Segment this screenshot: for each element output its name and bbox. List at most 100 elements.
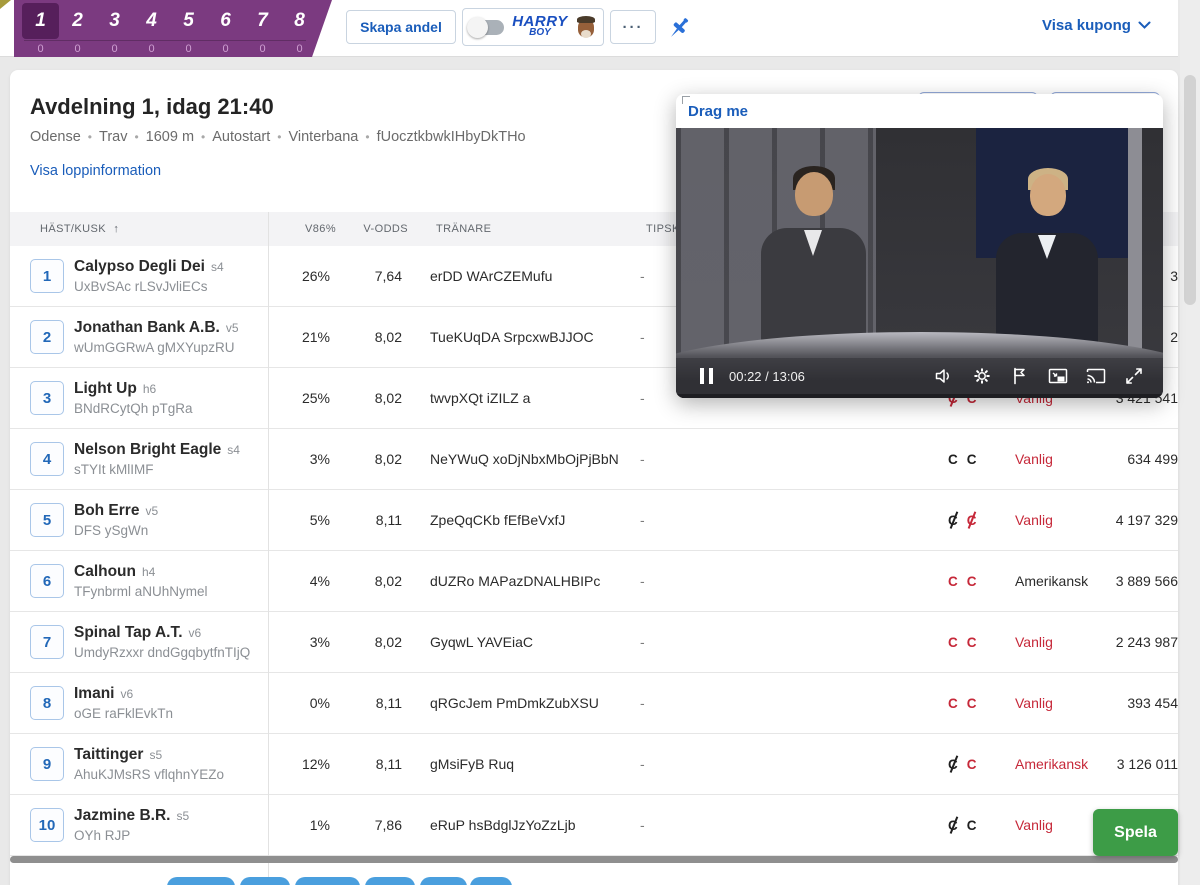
horse-number-badge[interactable]: 4 xyxy=(30,442,64,476)
race-tab-count-7: 0 xyxy=(259,43,266,55)
table-row[interactable]: 10 Jazmine B.R. s5 OYh RJP 1% 7,86 eRuP h… xyxy=(10,795,1178,856)
volume-icon[interactable] xyxy=(933,365,955,387)
table-row[interactable]: 6 Calhoun h4 TFynbrml aNUhNymel 4% 8,02 d… xyxy=(10,551,1178,612)
video-player-card[interactable]: Drag me 00:22 / 13:06 xyxy=(676,94,1163,398)
horse-number-badge[interactable]: 9 xyxy=(30,747,64,781)
race-info-link[interactable]: Visa loppinformation xyxy=(30,163,161,179)
race-tab-3[interactable]: 3 xyxy=(96,3,133,39)
quick-pick-button-1[interactable] xyxy=(167,877,235,885)
trainer-name: gMsiFyB Ruq xyxy=(430,756,515,772)
v86-percent: 5% xyxy=(309,512,330,528)
driver-name: TFynbrml aNUhNymel xyxy=(74,584,208,599)
v86-percent: 12% xyxy=(301,756,330,772)
shoe-info: CC xyxy=(940,635,988,650)
driver-name: wUmGGRwA gMXYupzRU xyxy=(74,340,235,355)
video-drag-handle[interactable]: Drag me xyxy=(676,94,1163,128)
bet-sum: 2 243 987 xyxy=(1115,634,1178,650)
tips-comment: - xyxy=(640,390,645,406)
race-tab-4[interactable]: 4 xyxy=(133,3,170,39)
cast-icon[interactable] xyxy=(1085,365,1107,387)
horse-age-sex: s5 xyxy=(149,748,163,762)
horse-age-sex: h4 xyxy=(142,565,156,579)
spela-button[interactable]: Spela xyxy=(1093,809,1178,856)
v-odds: 8,11 xyxy=(375,756,402,772)
race-tab-7[interactable]: 7 xyxy=(244,3,281,39)
race-tab-count-5: 0 xyxy=(185,43,192,55)
bet-sum: 634 499 xyxy=(1127,451,1178,467)
bet-sum: 3 889 566 xyxy=(1115,573,1178,589)
horse-name: Jonathan Bank A.B. xyxy=(74,319,220,336)
race-meta-item: 1609 m xyxy=(145,129,195,145)
race-tab-8[interactable]: 8 xyxy=(281,3,318,39)
tips-comment: - xyxy=(640,634,645,650)
flag-icon[interactable] xyxy=(1009,365,1031,387)
v86-percent: 3% xyxy=(309,634,330,650)
more-options-button[interactable]: ··· xyxy=(610,10,656,44)
table-row[interactable]: 8 Imani v6 oGE raFklEvkTn 0% 8,11 qRGcJem… xyxy=(10,673,1178,734)
visa-kupong-button[interactable]: Visa kupong xyxy=(1042,17,1151,34)
horse-number-badge[interactable]: 5 xyxy=(30,503,64,537)
shoe-info: CC xyxy=(940,818,988,833)
horse-number-badge[interactable]: 2 xyxy=(30,320,64,354)
horse-number-badge[interactable]: 3 xyxy=(30,381,64,415)
race-tab-5[interactable]: 5 xyxy=(170,3,207,39)
table-row[interactable]: 9 Taittinger s5 AhuKJMsRS vflqhnYEZo 12% … xyxy=(10,734,1178,795)
fullscreen-icon[interactable] xyxy=(1123,365,1145,387)
table-row[interactable]: 4 Nelson Bright Eagle s4 sTYIt kMlIMF 3% … xyxy=(10,429,1178,490)
video-screen[interactable]: 00:22 / 13:06 xyxy=(676,128,1163,398)
horse-name: Taittinger xyxy=(74,746,144,763)
v86-percent: 26% xyxy=(301,268,330,284)
trainer-name: qRGcJem PmDmkZubXSU xyxy=(430,695,599,711)
header-horse-kusk[interactable]: HÄST/KUSK ↑ xyxy=(10,223,268,235)
table-row[interactable]: 7 Spinal Tap A.T. v6 UmdyRzxxr dndGgqbytf… xyxy=(10,612,1178,673)
v-odds: 8,02 xyxy=(374,390,402,406)
table-row[interactable]: 5 Boh Erre v5 DFS ySgWn 5% 8,11 ZpeQqCKb … xyxy=(10,490,1178,551)
video-time: 00:22 / 13:06 xyxy=(729,368,805,384)
settings-icon[interactable] xyxy=(971,365,993,387)
harry-boy-button[interactable]: HARRY BOY xyxy=(462,8,604,46)
cart-type: Vanlig xyxy=(1015,695,1053,711)
chevron-down-icon xyxy=(1138,21,1151,29)
pin-icon[interactable] xyxy=(664,13,694,43)
header-v86[interactable]: V86% xyxy=(268,223,336,235)
quick-pick-button-6[interactable] xyxy=(470,877,512,885)
quick-pick-button-3[interactable] xyxy=(295,877,360,885)
cart-type: Vanlig xyxy=(1015,817,1053,833)
race-tab-6[interactable]: 6 xyxy=(207,3,244,39)
studio-pillar xyxy=(1128,128,1142,358)
v-odds: 7,86 xyxy=(374,817,402,833)
bet-sum: 3 126 011 xyxy=(1116,756,1178,772)
quick-pick-button-4[interactable] xyxy=(365,877,415,885)
driver-name: DFS ySgWn xyxy=(74,523,149,538)
horse-number-badge[interactable]: 7 xyxy=(30,625,64,659)
driver-name: BNdRCytQh pTgRa xyxy=(74,401,193,416)
horse-number-badge[interactable]: 10 xyxy=(30,808,64,842)
v86-percent: 1% xyxy=(309,817,330,833)
vertical-scrollbar-thumb[interactable] xyxy=(1184,75,1196,305)
header-tranare[interactable]: TRÄNARE xyxy=(408,223,636,235)
pip-icon[interactable] xyxy=(1047,365,1069,387)
harry-boy-toggle[interactable] xyxy=(467,16,505,38)
horse-number-badge[interactable]: 1 xyxy=(30,259,64,293)
quick-pick-button-2[interactable] xyxy=(240,877,290,885)
horizontal-scrollbar[interactable] xyxy=(10,856,1178,863)
pause-icon[interactable] xyxy=(700,368,713,384)
drag-me-label[interactable]: Drag me xyxy=(688,103,748,120)
toggle-knob[interactable] xyxy=(467,16,489,38)
shoe-back-icon: C xyxy=(966,512,977,528)
cart-type: Vanlig xyxy=(1015,451,1053,467)
tips-comment: - xyxy=(640,756,645,772)
driver-name: UxBvSAc rLSvJvliECs xyxy=(74,279,208,294)
horse-name: Imani xyxy=(74,685,115,702)
tips-comment: - xyxy=(640,512,645,528)
horse-name: Spinal Tap A.T. xyxy=(74,624,183,641)
skapa-andel-button[interactable]: Skapa andel xyxy=(346,10,456,44)
header-vodds[interactable]: V-ODDS xyxy=(336,223,408,235)
quick-pick-button-5[interactable] xyxy=(420,877,467,885)
race-meta-item: fUocztkbwkIHbyDkTHo xyxy=(376,129,526,145)
horse-number-badge[interactable]: 6 xyxy=(30,564,64,598)
race-tab-2[interactable]: 2 xyxy=(59,3,96,39)
horse-number-badge[interactable]: 8 xyxy=(30,686,64,720)
sort-arrow-icon: ↑ xyxy=(113,223,120,235)
race-tab-1[interactable]: 1 xyxy=(22,3,59,39)
